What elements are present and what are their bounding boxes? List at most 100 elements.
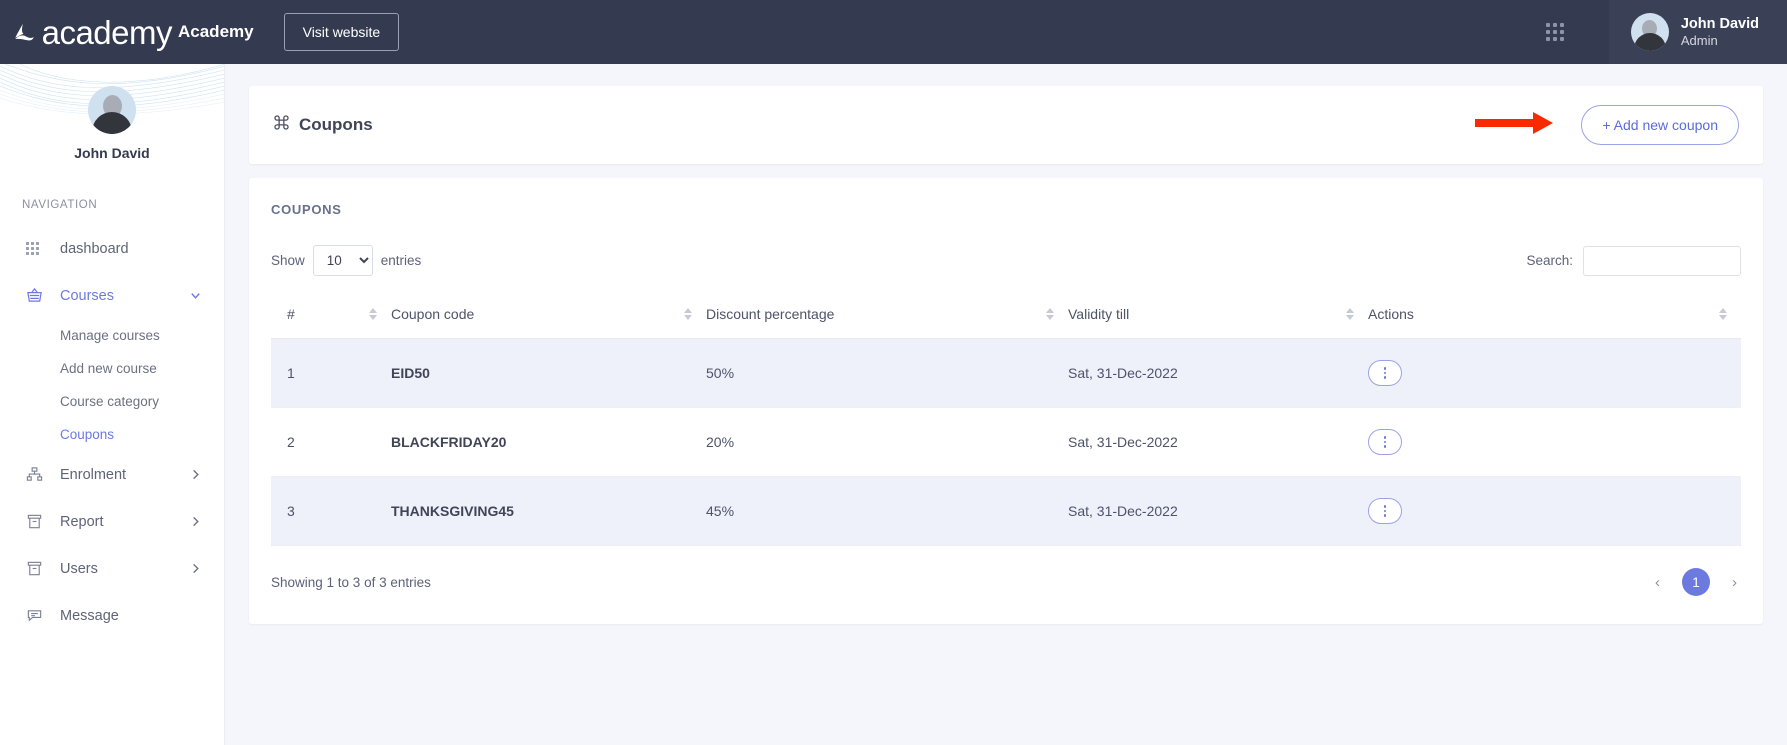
basket-icon — [26, 287, 50, 304]
sidebar-subitem-label: Manage courses — [60, 328, 160, 343]
sidebar-subitem-course-category[interactable]: Course category — [0, 385, 224, 418]
sidebar-item-label: dashboard — [60, 241, 129, 257]
add-new-coupon-button[interactable]: + Add new coupon — [1581, 105, 1739, 145]
sidebar-profile: John David — [0, 64, 224, 161]
top-header-bar: academy Academy Visit website John David… — [0, 0, 1787, 64]
cell-index: 3 — [271, 477, 391, 546]
red-arrow-annotation — [1475, 106, 1565, 145]
user-name: John David — [1681, 15, 1759, 33]
chevron-right-icon — [189, 515, 202, 528]
sidebar-nav: dashboard Courses Mana — [0, 225, 224, 639]
table-row: 1 EID50 50% Sat, 31-Dec-2022 — [271, 339, 1741, 408]
sort-icon — [1346, 308, 1354, 320]
sidebar-item-label: Report — [60, 514, 104, 530]
coupons-table-card: COUPONS Show 10 25 50 100 entries Search… — [249, 178, 1763, 624]
table-info-text: Showing 1 to 3 of 3 entries — [271, 575, 431, 590]
column-header-discount-percentage[interactable]: Discount percentage — [706, 296, 1068, 339]
brand-logo[interactable]: academy — [0, 16, 172, 49]
sort-icon — [1719, 308, 1727, 320]
user-role: Admin — [1681, 33, 1759, 49]
sort-icon — [1046, 308, 1054, 320]
sidebar-subitem-label: Add new course — [60, 361, 157, 376]
table-section-title: COUPONS — [271, 202, 1741, 217]
cell-actions — [1368, 477, 1741, 546]
row-actions-button[interactable] — [1368, 360, 1402, 386]
cell-actions — [1368, 408, 1741, 477]
pagination-prev-button[interactable]: ‹ — [1651, 574, 1664, 591]
page-header-actions: + Add new coupon — [1475, 105, 1739, 145]
sidebar-subitem-coupons[interactable]: Coupons — [0, 418, 224, 451]
table-row: 2 BLACKFRIDAY20 20% Sat, 31-Dec-2022 — [271, 408, 1741, 477]
avatar — [1631, 13, 1669, 51]
command-loop-icon — [273, 114, 290, 136]
sidebar-item-label: Message — [60, 608, 119, 624]
sidebar-subitem-manage-courses[interactable]: Manage courses — [0, 319, 224, 352]
sidebar-item-dashboard[interactable]: dashboard — [0, 225, 224, 272]
grid-apps-icon[interactable] — [1546, 23, 1564, 41]
navigation-heading: NAVIGATION — [22, 199, 224, 211]
sidebar-item-courses[interactable]: Courses — [0, 272, 224, 319]
page-header-card: Coupons + Add new coupon — [249, 86, 1763, 164]
column-header-index[interactable]: # — [271, 296, 391, 339]
visit-website-button[interactable]: Visit website — [284, 13, 400, 51]
coupons-table: # Coupon code Discount per — [271, 296, 1741, 546]
sort-icon — [684, 308, 692, 320]
brand-title: Academy — [178, 22, 254, 42]
chevron-right-icon — [189, 468, 202, 481]
show-label: Show — [271, 253, 305, 268]
pagination: ‹ 1 › — [1651, 568, 1741, 596]
sidebar-item-report[interactable]: Report — [0, 498, 224, 545]
pagination-next-button[interactable]: › — [1728, 574, 1741, 591]
page-title-text: Coupons — [299, 115, 373, 135]
sidebar: John David NAVIGATION dashboard Cours — [0, 64, 225, 745]
page-layout: John David NAVIGATION dashboard Cours — [0, 64, 1787, 745]
sidebar-subitem-add-new-course[interactable]: Add new course — [0, 352, 224, 385]
sitemap-icon — [26, 466, 50, 483]
entries-label: entries — [381, 253, 422, 268]
sidebar-item-label: Enrolment — [60, 467, 126, 483]
cell-index: 1 — [271, 339, 391, 408]
chevron-down-icon — [189, 289, 202, 302]
search-input[interactable] — [1583, 246, 1741, 276]
sidebar-item-users[interactable]: Users — [0, 545, 224, 592]
user-profile-menu[interactable]: John David Admin — [1609, 0, 1787, 64]
cell-discount: 45% — [706, 477, 1068, 546]
entries-per-page-select[interactable]: 10 25 50 100 — [313, 245, 373, 276]
cell-validity: Sat, 31-Dec-2022 — [1068, 408, 1368, 477]
chevron-right-icon — [189, 562, 202, 575]
cell-discount: 20% — [706, 408, 1068, 477]
pagination-page-1[interactable]: 1 — [1682, 568, 1710, 596]
row-actions-button[interactable] — [1368, 429, 1402, 455]
sidebar-user-name: John David — [0, 145, 224, 161]
archive-icon — [26, 513, 50, 530]
row-actions-button[interactable] — [1368, 498, 1402, 524]
column-header-validity-till[interactable]: Validity till — [1068, 296, 1368, 339]
table-head: # Coupon code Discount per — [271, 296, 1741, 339]
logo-wordmark: academy — [42, 16, 172, 49]
header-right-group: John David Admin — [1546, 0, 1787, 64]
cell-coupon-code: THANKSGIVING45 — [391, 477, 706, 546]
column-header-coupon-code[interactable]: Coupon code — [391, 296, 706, 339]
sort-icon — [369, 308, 377, 320]
column-header-actions[interactable]: Actions — [1368, 296, 1741, 339]
entries-length-control: Show 10 25 50 100 entries — [271, 245, 421, 276]
cell-validity: Sat, 31-Dec-2022 — [1068, 339, 1368, 408]
table-footer: Showing 1 to 3 of 3 entries ‹ 1 › — [271, 546, 1741, 614]
table-controls: Show 10 25 50 100 entries Search: — [271, 245, 1741, 276]
archive-icon — [26, 560, 50, 577]
cell-validity: Sat, 31-Dec-2022 — [1068, 477, 1368, 546]
sidebar-item-label: Courses — [60, 288, 114, 304]
message-icon — [26, 607, 50, 624]
cell-discount: 50% — [706, 339, 1068, 408]
cell-coupon-code: EID50 — [391, 339, 706, 408]
sidebar-subitem-label: Course category — [60, 394, 159, 409]
main-content: Coupons + Add new coupon COUPONS Show 10 — [225, 64, 1787, 745]
table-body: 1 EID50 50% Sat, 31-Dec-2022 2 BLACKFRID… — [271, 339, 1741, 546]
sidebar-item-label: Users — [60, 561, 98, 577]
sidebar-subitem-label: Coupons — [60, 427, 114, 442]
sidebar-item-enrolment[interactable]: Enrolment — [0, 451, 224, 498]
cell-actions — [1368, 339, 1741, 408]
avatar — [88, 86, 136, 134]
search-label: Search: — [1526, 253, 1573, 268]
sidebar-item-message[interactable]: Message — [0, 592, 224, 639]
